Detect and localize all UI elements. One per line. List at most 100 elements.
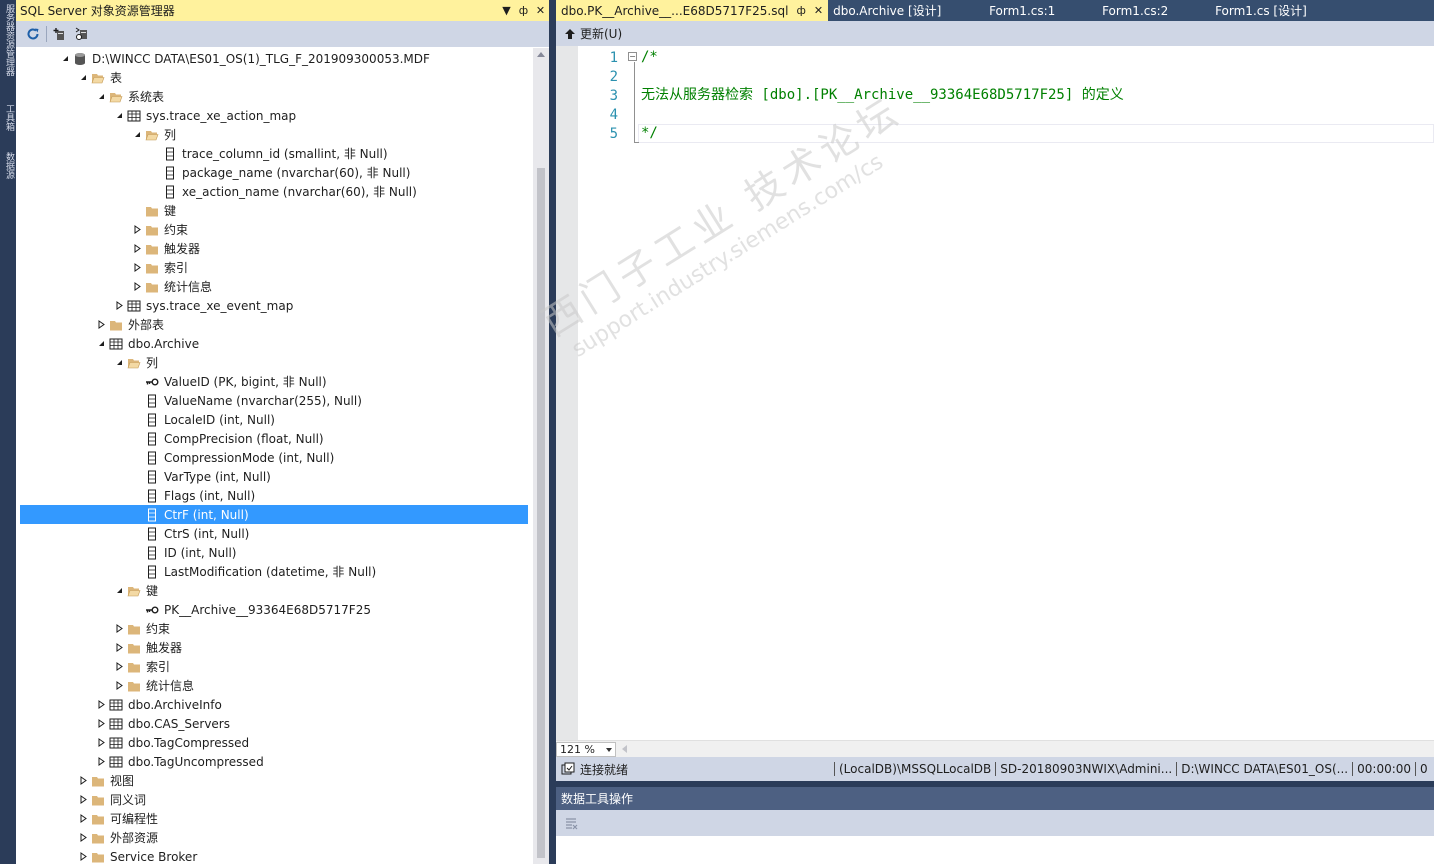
collapsed-arrow-icon[interactable] [94, 733, 108, 752]
collapsed-arrow-icon[interactable] [130, 258, 144, 277]
tree-node[interactable]: LastModification (datetime, 非 Null) [20, 562, 528, 581]
code-line-5[interactable]: 5 [578, 124, 618, 143]
tree-node[interactable]: CompressionMode (int, Null) [20, 448, 528, 467]
tree-node[interactable]: 索引 [20, 657, 528, 676]
collapsed-arrow-icon[interactable] [112, 676, 126, 695]
panel-dropdown-icon[interactable]: ▼ [498, 4, 515, 17]
collapsed-arrow-icon[interactable] [94, 695, 108, 714]
collapsed-arrow-icon[interactable] [94, 752, 108, 771]
scroll-up-icon[interactable] [537, 52, 545, 57]
rail-tab-data-sources[interactable]: 数据源 [2, 152, 14, 179]
expanded-arrow-icon[interactable] [112, 106, 126, 125]
tab-form1-cs-design[interactable]: Form1.cs [设计] [1210, 0, 1345, 21]
collapsed-arrow-icon[interactable] [76, 790, 90, 809]
tree-node[interactable]: xe_action_name (nvarchar(60), 非 Null) [20, 182, 528, 201]
collapsed-arrow-icon[interactable] [112, 296, 126, 315]
tree-node[interactable]: Service Broker [20, 847, 528, 864]
tree-node[interactable]: 约束 [20, 619, 528, 638]
tree-node[interactable]: 统计信息 [20, 676, 528, 695]
tree-node[interactable]: CompPrecision (float, Null) [20, 429, 528, 448]
tree-node[interactable]: sys.trace_xe_event_map [20, 296, 528, 315]
tree-node[interactable]: 表 [20, 68, 528, 87]
tree-node[interactable]: 键 [20, 201, 528, 220]
collapsed-arrow-icon[interactable] [76, 828, 90, 847]
fold-toggle-icon[interactable]: − [628, 52, 637, 61]
expanded-arrow-icon[interactable] [112, 353, 126, 372]
tree-node[interactable]: ID (int, Null) [20, 543, 528, 562]
rail-tab-toolbox[interactable]: 工具箱 [2, 104, 14, 131]
rail-tab-server-explorer[interactable]: 服务器资源管理器 [2, 4, 14, 76]
expanded-arrow-icon[interactable] [112, 581, 126, 600]
tree-node[interactable]: 列 [20, 353, 528, 372]
collapsed-arrow-icon[interactable] [130, 220, 144, 239]
code-line-3[interactable]: 3 [578, 86, 618, 105]
collapsed-arrow-icon[interactable] [130, 239, 144, 258]
tree-node[interactable]: dbo.Archive [20, 334, 528, 353]
tree-node[interactable]: 可编程性 [20, 809, 528, 828]
tree-node[interactable]: dbo.TagCompressed [20, 733, 528, 752]
tree-node[interactable]: dbo.ArchiveInfo [20, 695, 528, 714]
tree-node[interactable]: trace_column_id (smallint, 非 Null) [20, 144, 528, 163]
tree-node[interactable]: 外部资源 [20, 828, 528, 847]
collapsed-arrow-icon[interactable] [112, 657, 126, 676]
tree-node[interactable]: CtrF (int, Null) [20, 505, 528, 524]
tree-node[interactable]: package_name (nvarchar(60), 非 Null) [20, 163, 528, 182]
refresh-button[interactable] [22, 24, 44, 44]
code-line-4[interactable]: 4 [578, 105, 618, 124]
tree-node[interactable]: Flags (int, Null) [20, 486, 528, 505]
tree-node[interactable]: 外部表 [20, 315, 528, 334]
tree-node[interactable]: 触发器 [20, 638, 528, 657]
tree-vertical-scrollbar[interactable] [533, 48, 549, 864]
expanded-arrow-icon[interactable] [94, 334, 108, 353]
zoom-level-select[interactable]: 121 % [556, 741, 616, 757]
tree-node[interactable]: 同义词 [20, 790, 528, 809]
collapsed-arrow-icon[interactable] [76, 809, 90, 828]
panel-close-icon[interactable]: ✕ [532, 4, 549, 17]
tab-pin-icon[interactable]: ф [796, 4, 805, 17]
expanded-arrow-icon[interactable] [130, 125, 144, 144]
tree-node[interactable]: 统计信息 [20, 277, 528, 296]
tab-form1-cs-1[interactable]: Form1.cs:1 [984, 0, 1097, 21]
collapsed-arrow-icon[interactable] [76, 771, 90, 790]
tree-node[interactable]: D:\WINCC DATA\ES01_OS(1)_TLG_F_201909300… [20, 49, 528, 68]
tree-node[interactable]: PK__Archive__93364E68D5717F25 [20, 600, 528, 619]
scrollbar-thumb[interactable] [537, 168, 545, 858]
update-button[interactable]: 更新(U) [564, 25, 622, 42]
sql-server-filter-button[interactable] [71, 24, 93, 44]
tree-node[interactable]: LocaleID (int, Null) [20, 410, 528, 429]
tree-node[interactable]: 系统表 [20, 87, 528, 106]
collapsed-arrow-icon[interactable] [130, 277, 144, 296]
add-server-button[interactable] [49, 24, 71, 44]
code-line-2[interactable]: 2 [578, 67, 618, 86]
tab-archive-design[interactable]: dbo.Archive [设计] [828, 0, 984, 21]
tree-node[interactable]: dbo.CAS_Servers [20, 714, 528, 733]
clear-list-icon[interactable] [564, 816, 578, 830]
expanded-arrow-icon[interactable] [58, 49, 72, 68]
expanded-arrow-icon[interactable] [76, 68, 90, 87]
tree-node[interactable]: dbo.TagUncompressed [20, 752, 528, 771]
tree-node[interactable]: 键 [20, 581, 528, 600]
collapsed-arrow-icon[interactable] [94, 315, 108, 334]
tree-node[interactable]: 视图 [20, 771, 528, 790]
tree-node[interactable]: 索引 [20, 258, 528, 277]
panel-pin-icon[interactable]: ф [515, 4, 532, 17]
panel-splitter[interactable] [549, 0, 556, 864]
collapsed-arrow-icon[interactable] [112, 638, 126, 657]
tree-node[interactable]: CtrS (int, Null) [20, 524, 528, 543]
code-line-1[interactable]: 1 [578, 48, 618, 67]
sql-code-editor[interactable]: 1 − /* 2 3 无法从服务器检索 [dbo].[PK__Archive__… [556, 46, 1434, 740]
tree-node[interactable]: VarType (int, Null) [20, 467, 528, 486]
tree-node[interactable]: 列 [20, 125, 528, 144]
tab-form1-cs-2[interactable]: Form1.cs:2 [1097, 0, 1210, 21]
tab-close-icon[interactable]: ✕ [814, 4, 823, 17]
collapsed-arrow-icon[interactable] [112, 619, 126, 638]
expanded-arrow-icon[interactable] [94, 87, 108, 106]
tree-node[interactable]: 约束 [20, 220, 528, 239]
collapsed-arrow-icon[interactable] [76, 847, 90, 864]
tree-node[interactable]: ValueName (nvarchar(255), Null) [20, 391, 528, 410]
collapsed-arrow-icon[interactable] [94, 714, 108, 733]
tree-node[interactable]: sys.trace_xe_action_map [20, 106, 528, 125]
scroll-left-icon[interactable] [622, 745, 627, 753]
tree-node[interactable]: 触发器 [20, 239, 528, 258]
tab-pk-archive-sql[interactable]: dbo.PK__Archive__...E68D5717F25.sql ф ✕ [556, 0, 829, 21]
